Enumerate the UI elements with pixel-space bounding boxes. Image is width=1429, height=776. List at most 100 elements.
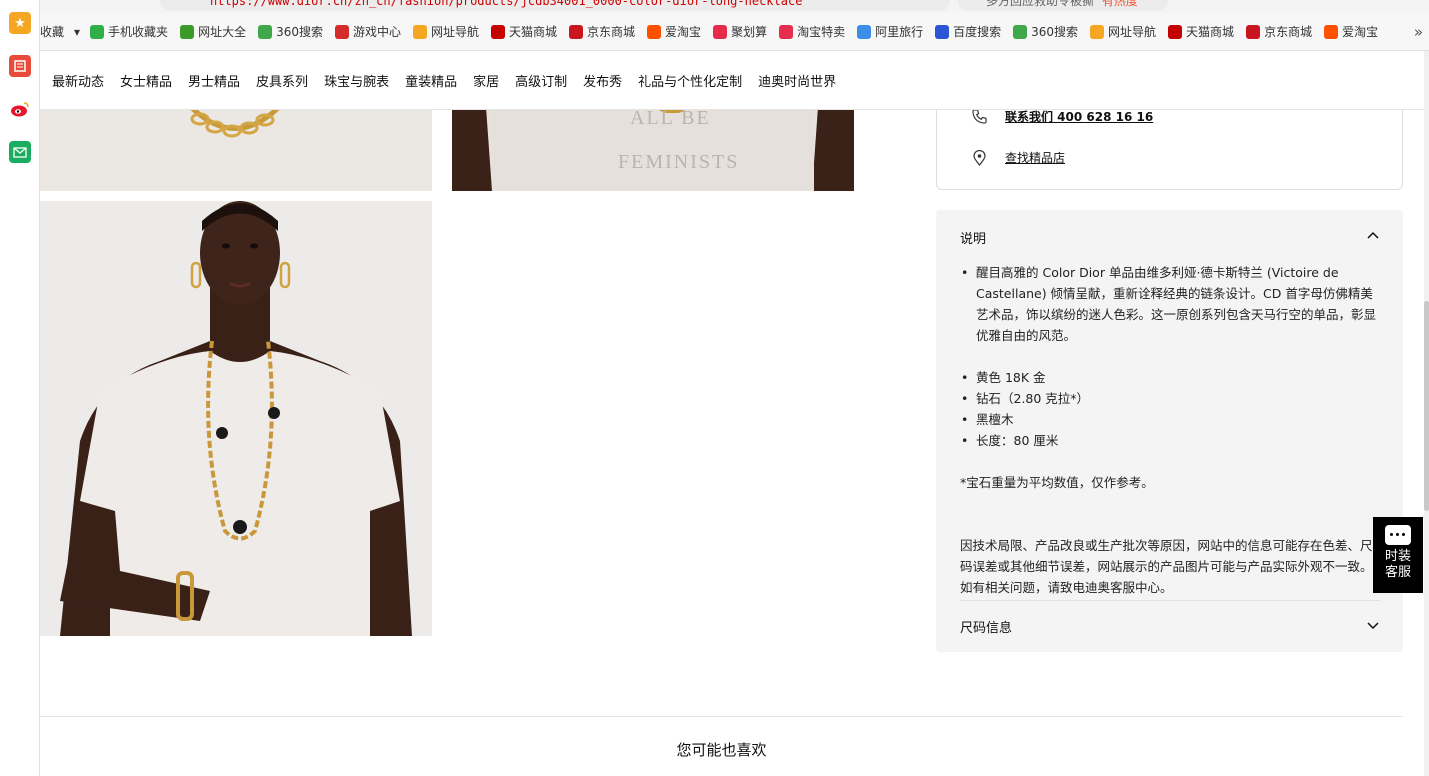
page: ★ https://www.dior.cn/zh_cn/fashion/prod…	[0, 0, 1429, 776]
bookmark-label: 阿里旅行	[875, 25, 924, 39]
description-intro: 醒目高雅的 Color Dior 单品由维多利娅·德卡斯特兰 (Victoire…	[960, 262, 1380, 346]
bookmark-label: 百度搜索	[953, 25, 1002, 39]
store-locator-link[interactable]: 查找精品店	[1005, 149, 1065, 166]
bookmark-item[interactable]: 爱淘宝	[647, 23, 701, 40]
360-icon	[258, 24, 273, 39]
nav-item[interactable]: 迪奥时尚世界	[758, 71, 836, 90]
size-info-toggle[interactable]: 尺码信息	[960, 600, 1380, 636]
spec-item: 黄色 18K 金	[960, 367, 1380, 388]
bookmark-label: 网址导航	[431, 25, 480, 39]
tmall-icon	[1168, 24, 1183, 39]
bookmark-item[interactable]: 游戏中心	[334, 23, 401, 40]
nav-item[interactable]: 男士精品	[188, 71, 240, 90]
bookmark-label: 收藏	[40, 25, 65, 39]
mail-icon[interactable]	[9, 141, 31, 163]
dropdown-icon[interactable]: ▾	[74, 25, 80, 39]
tshirt-print-line1: ALL BE	[630, 107, 711, 129]
bookmark-item[interactable]: 360搜索	[1013, 23, 1078, 40]
bookmark-item[interactable]: 爱淘宝	[1324, 23, 1378, 40]
taobao-icon	[647, 24, 662, 39]
spec-item: 钻石（2.80 克拉*）	[960, 388, 1380, 409]
bookmark-item[interactable]: 网址大全	[180, 23, 246, 40]
travel-icon	[857, 24, 872, 39]
bookmark-label: 天猫商城	[509, 25, 558, 39]
juhuasuan-icon	[713, 24, 728, 39]
address-bar[interactable]: https://www.dior.cn/zh_cn/fashion/produc…	[160, 0, 950, 11]
phone-icon	[971, 109, 987, 125]
bookmark-item[interactable]: 京东商城	[1246, 23, 1312, 40]
chevron-up-icon	[1366, 228, 1380, 242]
news-icon[interactable]	[9, 55, 31, 77]
bookmark-item[interactable]: 收藏 ▾	[40, 23, 80, 40]
description-body: 醒目高雅的 Color Dior 单品由维多利娅·德卡斯特兰 (Victoire…	[960, 262, 1380, 598]
bookmark-label: 京东商城	[587, 25, 636, 39]
nav-icon	[1090, 24, 1105, 39]
contact-phone-link[interactable]: 联系我们 400 628 16 16	[1005, 108, 1153, 125]
bookmark-item[interactable]: 手机收藏夹	[90, 23, 168, 40]
bookmark-label: 360搜索	[276, 25, 323, 39]
contact-phone-row[interactable]: 联系我们 400 628 16 16	[971, 108, 1153, 125]
spec-list: 黄色 18K 金钻石（2.80 克拉*）黑檀木长度：80 厘米	[960, 367, 1380, 451]
browser-sidebar: ★	[0, 0, 40, 776]
store-locator-row[interactable]: 查找精品店	[971, 149, 1065, 166]
nav-item[interactable]: 珠宝与腕表	[324, 71, 389, 90]
bookmark-label: 游戏中心	[352, 25, 401, 39]
game-icon	[334, 24, 349, 39]
nav-item[interactable]: 皮具系列	[256, 71, 308, 90]
search-hint: 多方回应救助令被撕	[986, 0, 1095, 8]
nav-item[interactable]: 高级订制	[515, 71, 567, 90]
bookmarks-bar: 收藏 ▾ 手机收藏夹 网址大全 360搜索 游戏中心 网址导航 天猫商城 京东商城 爱淘宝 聚划算 淘…	[40, 13, 1429, 51]
bookmark-item[interactable]: 天猫商城	[491, 23, 557, 40]
description-toggle[interactable]: 说明	[960, 228, 1380, 248]
size-info-title: 尺码信息	[960, 621, 1013, 636]
bookmark-item[interactable]: 京东商城	[569, 23, 635, 40]
360-icon	[1013, 24, 1028, 39]
bookmark-label: 手机收藏夹	[108, 25, 169, 39]
bookmark-item[interactable]: 360搜索	[258, 23, 323, 40]
bookmark-item[interactable]: 淘宝特卖	[779, 23, 845, 40]
chevron-down-icon	[1366, 618, 1380, 632]
chat-bubble-icon	[1385, 525, 1411, 545]
gem-weight-note: *宝石重量为平均数值，仅作参考。	[960, 475, 1154, 490]
bookmark-item[interactable]: 聚划算	[713, 23, 767, 40]
bookmark-item[interactable]: 阿里旅行	[857, 23, 923, 40]
nav-item[interactable]: 女士精品	[120, 71, 172, 90]
section-divider	[40, 716, 1403, 717]
site-navigation: 最新动态 女士精品 男士精品 皮具系列 珠宝与腕表 童装精品 家居 高级订制 发布秀 礼品与个性化…	[40, 51, 1424, 110]
globe-icon	[180, 24, 195, 39]
baidu-icon	[935, 24, 950, 39]
weibo-icon[interactable]	[9, 98, 31, 120]
hot-badge: 有热度	[1101, 0, 1138, 8]
nav-item[interactable]: 童装精品	[405, 71, 457, 90]
scrollbar-thumb[interactable]	[1424, 301, 1429, 511]
spec-item: 黑檀木	[960, 409, 1380, 430]
bookmark-item[interactable]: 百度搜索	[935, 23, 1001, 40]
product-image-model[interactable]	[40, 201, 432, 636]
bookmark-label: 天猫商城	[1186, 25, 1235, 39]
disclaimer-text: 因技术局限、产品改良或生产批次等原因，网站中的信息可能存在色差、尺码误差或其他细…	[960, 538, 1373, 595]
description-title: 说明	[960, 232, 987, 247]
spec-item: 长度：80 厘米	[960, 430, 1380, 451]
recommend-heading: 您可能也喜欢	[676, 741, 767, 759]
jd-icon	[1246, 24, 1261, 39]
page-scrollbar[interactable]	[1424, 51, 1429, 776]
nav-item[interactable]: 发布秀	[583, 71, 622, 90]
bookmark-item[interactable]: 网址导航	[413, 23, 479, 40]
location-pin-icon	[971, 149, 987, 166]
nav-item[interactable]: 礼品与个性化定制	[638, 71, 742, 90]
bookmark-item[interactable]: 网址导航	[1090, 23, 1156, 40]
nav-icon	[413, 24, 427, 39]
browser-search-input[interactable]: 多方回应救助令被撕 有热度	[958, 0, 1168, 11]
bookmark-label: 聚划算	[731, 25, 768, 39]
bookmark-label: 360搜索	[1031, 25, 1079, 39]
phone-icon	[90, 24, 105, 39]
nav-item[interactable]: 家居	[473, 71, 499, 90]
temai-icon	[779, 24, 794, 39]
nav-item[interactable]: 最新动态	[52, 71, 104, 90]
favorites-icon[interactable]: ★	[9, 12, 31, 34]
bookmark-label: 淘宝特卖	[797, 25, 846, 39]
customer-service-chat-button[interactable]: 时装 客服	[1373, 517, 1423, 593]
bookmarks-more-icon[interactable]: »	[1414, 23, 1423, 41]
tmall-icon	[491, 24, 506, 39]
bookmark-item[interactable]: 天猫商城	[1168, 23, 1234, 40]
